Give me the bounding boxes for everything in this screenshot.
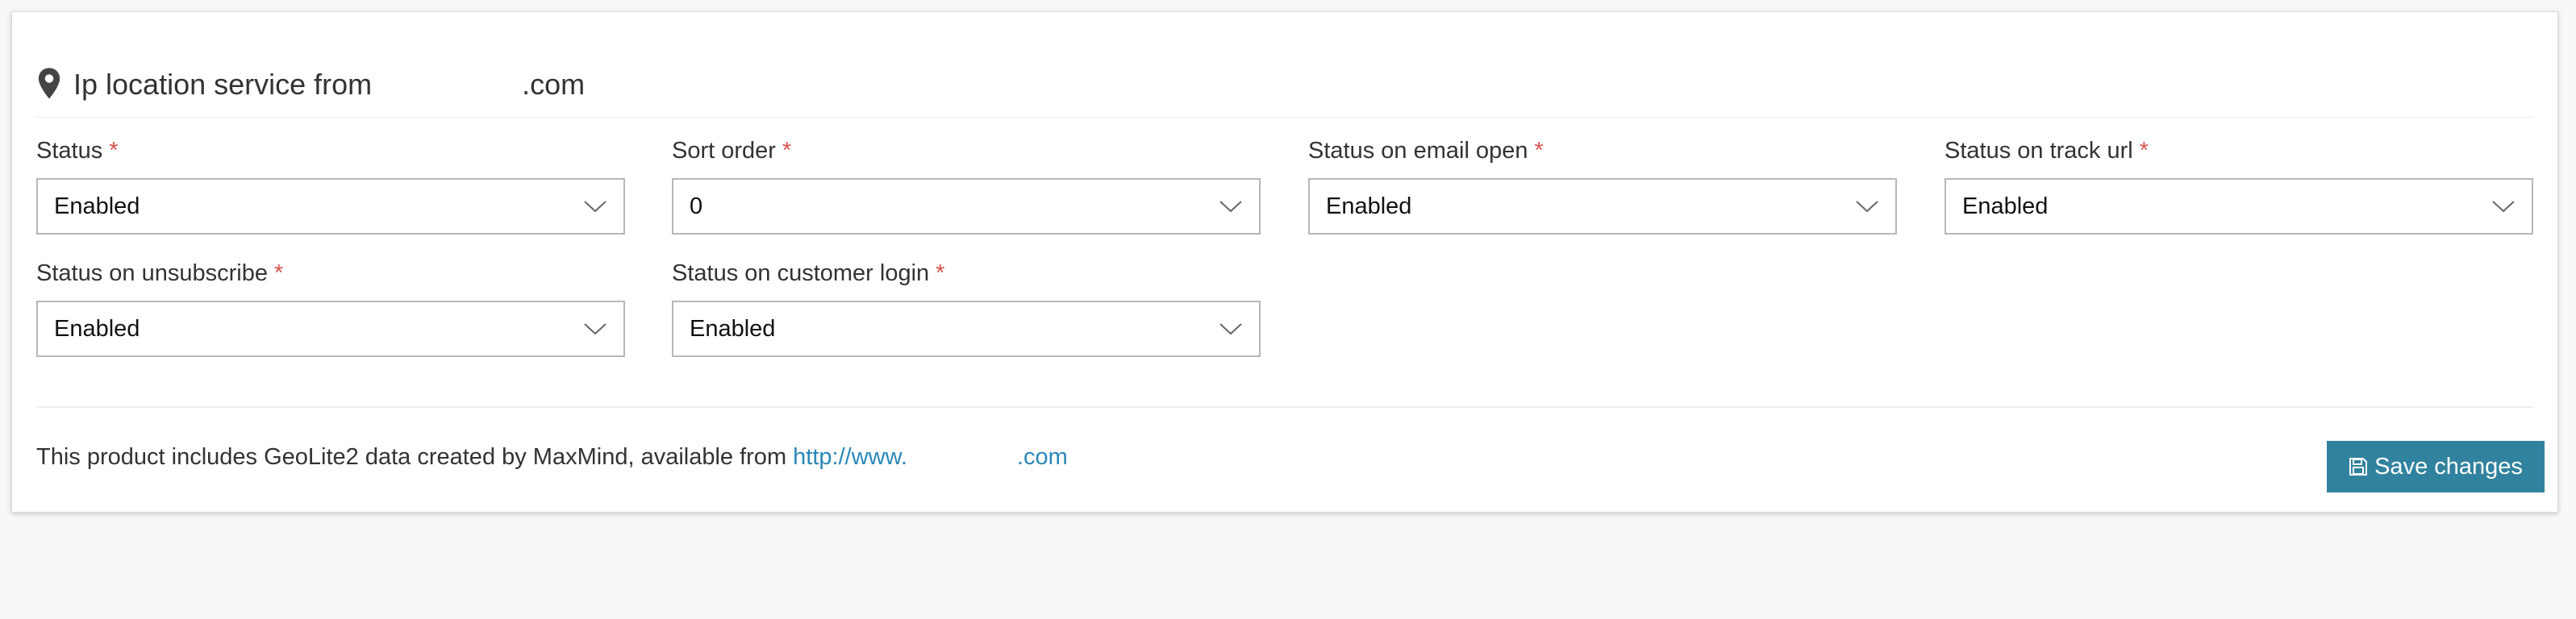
panel-title-domain: .com <box>522 68 586 101</box>
status-track-url-select[interactable]: Enabled <box>1945 178 2533 235</box>
field-label: Sort order * <box>672 138 792 164</box>
select-value: Enabled <box>1326 193 1412 219</box>
status-select[interactable]: Enabled <box>36 178 625 235</box>
chevron-down-icon <box>1856 201 1878 213</box>
required-marker: * <box>782 138 792 164</box>
select-value: Enabled <box>1962 193 2049 219</box>
field-status-customer-login: Status on customer login * Enabled <box>672 257 1261 357</box>
chevron-down-icon <box>584 201 606 213</box>
field-label: Status on customer login * <box>672 260 945 286</box>
field-status-unsubscribe: Status on unsubscribe * Enabled <box>36 257 625 357</box>
select-value: Enabled <box>54 315 140 342</box>
required-marker: * <box>109 138 119 164</box>
required-marker: * <box>1534 138 1544 164</box>
select-value: 0 <box>690 193 703 219</box>
field-status-email-open: Status on email open * Enabled <box>1308 135 1897 235</box>
panel-title-text: Ip location service from <box>73 68 381 101</box>
field-label: Status on track url * <box>1945 138 2149 164</box>
required-marker: * <box>936 260 945 286</box>
select-value: Enabled <box>690 315 776 342</box>
maxmind-link[interactable]: http://www. .com <box>793 444 1068 470</box>
save-button[interactable]: Save changes <box>2327 441 2545 492</box>
status-email-open-select[interactable]: Enabled <box>1308 178 1897 235</box>
settings-panel: Ip location service from .com Status * En… <box>11 11 2558 513</box>
required-marker: * <box>273 260 284 286</box>
status-customer-login-select[interactable]: Enabled <box>672 301 1261 357</box>
map-pin-icon <box>38 68 60 99</box>
attribution-note: This product includes GeoLite2 data crea… <box>36 441 1068 473</box>
sort-order-select[interactable]: 0 <box>672 178 1261 235</box>
panel-header: Ip location service from .com <box>36 54 2533 118</box>
panel-title: Ip location service from .com <box>73 54 585 115</box>
field-status: Status * Enabled <box>36 135 625 235</box>
field-sort-order: Sort order * 0 <box>672 135 1261 235</box>
status-unsubscribe-select[interactable]: Enabled <box>36 301 625 357</box>
divider <box>36 406 2533 408</box>
chevron-down-icon <box>2492 201 2515 213</box>
field-label: Status on email open * <box>1308 138 1544 164</box>
field-label: Status on unsubscribe * <box>36 260 284 286</box>
floppy-disk-icon <box>2349 458 2368 476</box>
save-button-label: Save changes <box>2374 453 2523 480</box>
required-marker: * <box>2139 138 2149 164</box>
chevron-down-icon <box>1219 323 1242 335</box>
field-status-track-url: Status on track url * Enabled <box>1945 135 2533 235</box>
select-value: Enabled <box>54 193 140 219</box>
field-label: Status * <box>36 138 119 164</box>
chevron-down-icon <box>1219 201 1242 213</box>
chevron-down-icon <box>584 323 606 335</box>
attribution-text: This product includes GeoLite2 data crea… <box>36 444 794 470</box>
